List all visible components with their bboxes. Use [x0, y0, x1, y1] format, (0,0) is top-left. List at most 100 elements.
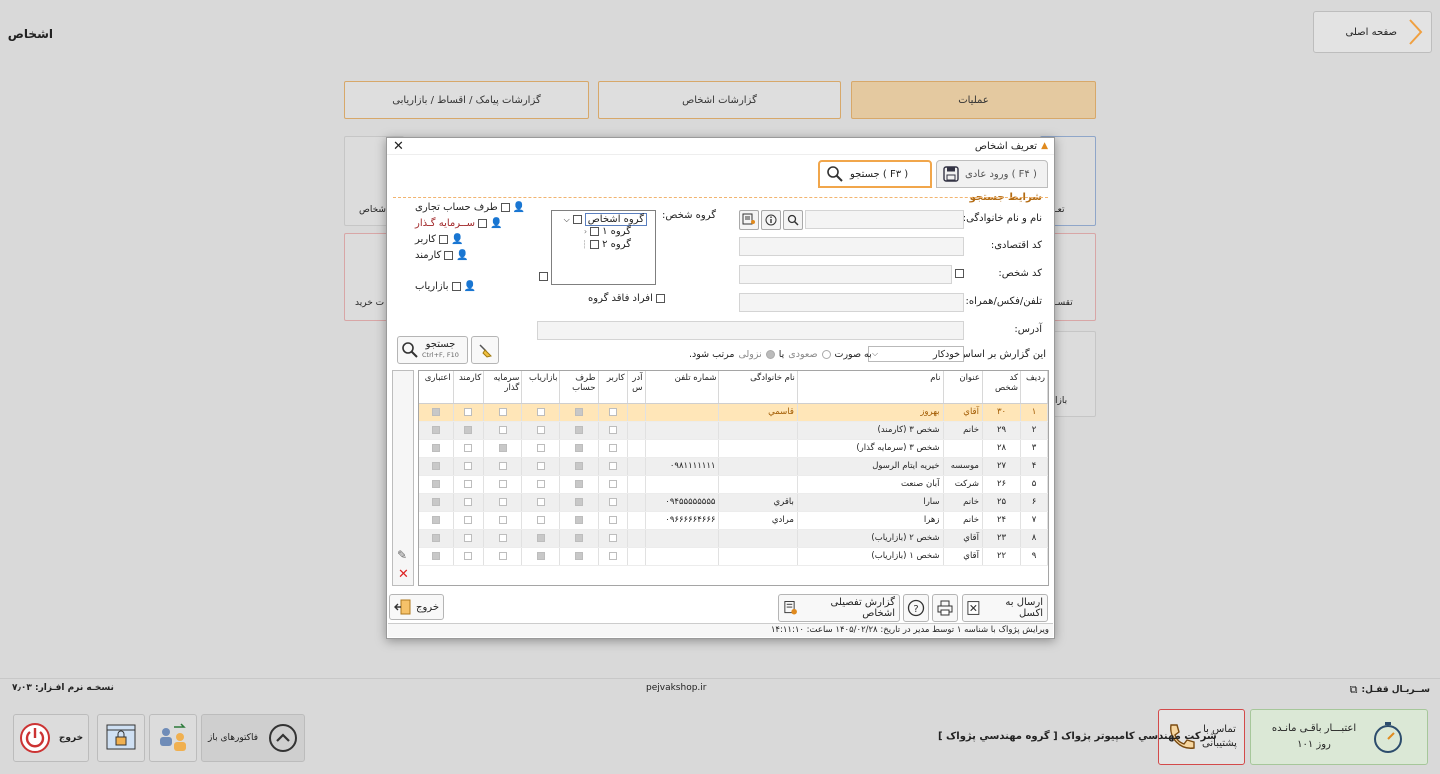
grid-checkbox[interactable] — [608, 425, 617, 434]
tree-root-checkbox[interactable] — [572, 215, 582, 224]
grid-checkbox[interactable] — [536, 533, 545, 542]
grid-column-header[interactable]: عنوان — [943, 371, 983, 404]
investor-option[interactable]: 👤 ســرمایه گـذار — [415, 218, 502, 229]
grid-checkbox[interactable] — [608, 443, 617, 452]
grid-checkbox[interactable] — [498, 533, 507, 542]
grid-checkbox[interactable] — [536, 407, 545, 416]
help-button[interactable]: ? — [903, 594, 929, 622]
employee-option[interactable]: 👤 کارمند — [415, 250, 469, 261]
grid-column-header[interactable]: کد شخص — [982, 371, 1022, 404]
grid-checkbox[interactable] — [574, 407, 583, 416]
grid-checkbox[interactable] — [608, 551, 617, 560]
grid-checkbox[interactable] — [464, 533, 473, 542]
grid-column-header[interactable]: نام خانوادگی — [718, 371, 798, 404]
open-invoices-button[interactable]: فاکتورهای باز — [201, 714, 305, 762]
tree-group2-checkbox[interactable] — [590, 240, 600, 249]
credit-remaining-card[interactable]: اعتبـــار باقـی مانـده ۱۰۱ روز — [1250, 709, 1428, 765]
tree-side-checkbox[interactable] — [539, 272, 548, 281]
grid-checkbox[interactable] — [431, 515, 440, 524]
grid-checkbox[interactable] — [536, 425, 545, 434]
exit-dialog-button[interactable]: خروج — [389, 594, 444, 620]
grid-column-header[interactable]: آدر س — [627, 371, 646, 404]
grid-checkbox[interactable] — [608, 479, 617, 488]
tab-operations[interactable]: عملیات — [851, 81, 1096, 119]
grid-checkbox[interactable] — [431, 425, 440, 434]
employee-checkbox[interactable] — [444, 251, 454, 260]
tab-persons-reports[interactable]: گزارشات اشخاص — [598, 81, 841, 119]
marketer-option[interactable]: 👤 بازاریاب — [415, 281, 476, 292]
grid-checkbox[interactable] — [431, 497, 440, 506]
grid-checkbox[interactable] — [431, 551, 440, 560]
table-row[interactable]: ۲ ۲۹ خانم شخص ۳ (کارمند) — [419, 421, 1048, 440]
grid-column-header[interactable]: کاربر — [598, 371, 628, 404]
grid-checkbox[interactable] — [574, 551, 583, 560]
search-button[interactable]: جستجو Ctrl+F, F10 — [397, 336, 468, 364]
table-row[interactable]: ۵ ۲۶ شرکت آبان صنعت — [419, 475, 1048, 494]
grid-checkbox[interactable] — [431, 461, 440, 470]
grid-checkbox[interactable] — [608, 407, 617, 416]
grid-checkbox[interactable] — [464, 515, 473, 524]
grid-checkbox[interactable] — [608, 497, 617, 506]
close-icon[interactable]: ✕ — [393, 139, 404, 154]
tab-normal-entry[interactable]: ورود عادی ( F۴ ) — [936, 160, 1048, 188]
persons-grid[interactable]: ردیف کد شخص عنوان نام نام خانوادگی شماره تلفن… — [418, 370, 1049, 586]
tree-item-group2[interactable]: گروه ۲ ┆ — [582, 239, 631, 250]
grid-checkbox[interactable] — [498, 425, 507, 434]
home-button[interactable]: صفحه اصلی — [1313, 11, 1432, 53]
grid-column-header[interactable]: شماره تلفن — [645, 371, 720, 404]
table-row[interactable]: ۱ ۳۰ آقاي بهروز قاسمي — [419, 403, 1048, 422]
grid-checkbox[interactable] — [574, 425, 583, 434]
grid-checkbox[interactable] — [608, 533, 617, 542]
grid-checkbox[interactable] — [498, 407, 507, 416]
grid-checkbox[interactable] — [464, 461, 473, 470]
grid-column-header[interactable]: نام — [797, 371, 944, 404]
grid-checkbox[interactable] — [431, 479, 440, 488]
address-input[interactable] — [537, 321, 964, 340]
tree-root[interactable]: گروه اشخاص ⌵ — [564, 213, 647, 226]
tree-group1-checkbox[interactable] — [590, 227, 600, 236]
grid-checkbox[interactable] — [574, 443, 583, 452]
search-name-button[interactable] — [783, 210, 803, 230]
grid-column-header[interactable]: اعتباری — [419, 371, 454, 404]
person-code-checkbox[interactable] — [955, 269, 964, 278]
grid-checkbox[interactable] — [498, 551, 507, 560]
print-button[interactable] — [932, 594, 958, 622]
grid-checkbox[interactable] — [464, 443, 473, 452]
exit-app-button[interactable]: خروج — [13, 714, 89, 762]
grid-checkbox[interactable] — [608, 515, 617, 524]
delete-icon[interactable]: ✕ — [398, 567, 409, 582]
person-code-input[interactable] — [739, 265, 952, 284]
table-row[interactable]: ۶ ۲۵ خانم سارا باقري ۰۹۴۵۵۵۵۵۵۵۵ — [419, 493, 1048, 512]
grid-checkbox[interactable] — [574, 479, 583, 488]
marketer-checkbox[interactable] — [451, 282, 461, 291]
grid-checkbox[interactable] — [536, 443, 545, 452]
no-group-option[interactable]: افراد فاقد گروه — [588, 293, 665, 304]
radio-asc[interactable] — [821, 350, 831, 359]
tree-item-group1[interactable]: گروه ۱ ‹ — [584, 226, 631, 237]
grid-checkbox[interactable] — [464, 425, 473, 434]
eco-code-input[interactable] — [739, 237, 964, 256]
edit-icon[interactable]: ✎ — [397, 548, 407, 562]
trade-party-option[interactable]: 👤 طرف حساب تجاری — [415, 202, 525, 213]
grid-checkbox[interactable] — [498, 461, 507, 470]
report-basis-select[interactable]: ⌵ خودکار — [868, 346, 964, 362]
group-tree[interactable]: گروه اشخاص ⌵ گروه ۱ ‹ گروه ۲ ┆ — [551, 210, 656, 285]
info-button[interactable] — [761, 210, 781, 230]
grid-checkbox[interactable] — [536, 461, 545, 470]
grid-column-header[interactable]: بازاریاب — [521, 371, 561, 404]
tab-search[interactable]: جستجو ( F۳ ) — [818, 160, 932, 188]
table-row[interactable]: ۷ ۲۴ خانم زهرا مرادي ۰۹۶۶۶۶۶۴۶۶۶ — [419, 511, 1048, 530]
grid-column-header[interactable]: سرمایه گذار — [483, 371, 523, 404]
grid-checkbox[interactable] — [498, 497, 507, 506]
website-link[interactable]: pejvakshop.ir — [646, 683, 706, 693]
grid-checkbox[interactable] — [431, 533, 440, 542]
grid-checkbox[interactable] — [608, 461, 617, 470]
transfer-users-button[interactable] — [149, 714, 197, 762]
detailed-report-button[interactable]: گزارش تفصیلی اشخاص — [778, 594, 900, 622]
grid-checkbox[interactable] — [574, 515, 583, 524]
table-row[interactable]: ۹ ۲۲ آقاي شخص ۱ (بازاریاب) — [419, 547, 1048, 566]
grid-checkbox[interactable] — [464, 407, 473, 416]
export-excel-button[interactable]: ارسال به اکسل — [962, 594, 1048, 622]
table-row[interactable]: ۴ ۲۷ موسسه خيريه ايتام الرسول ۰۹۸۱۱۱۱۱۱۱ — [419, 457, 1048, 476]
grid-checkbox[interactable] — [431, 443, 440, 452]
